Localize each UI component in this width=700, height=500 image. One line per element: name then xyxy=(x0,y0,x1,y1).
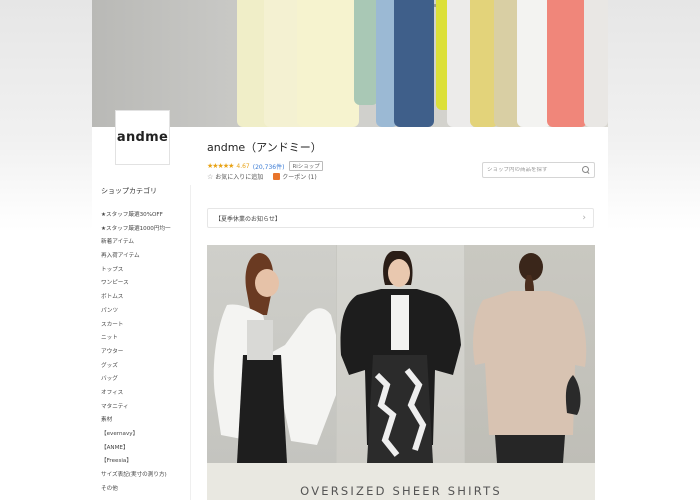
coupon-icon xyxy=(273,173,281,180)
search-icon[interactable] xyxy=(582,166,590,174)
category-item[interactable]: 【ANME】 xyxy=(101,442,191,456)
shop-page: andme andme（アンドミー） ★★★★★ 4.67 (20,736件) … xyxy=(92,0,608,500)
sidebar-title: ショップカテゴリ xyxy=(101,187,157,195)
category-list: ★スタッフ厳選30%OFF ★スタッフ厳選1000円均一 新着アイテム 再入荷ア… xyxy=(101,209,191,496)
shop-search[interactable] xyxy=(482,162,595,178)
notice-label: 【夏季休業のお知らせ】 xyxy=(215,215,281,223)
shop-category-sidebar: ショップカテゴリ ★スタッフ厳選30%OFF ★スタッフ厳選1000円均一 新着… xyxy=(101,186,191,496)
category-item[interactable]: ボトムス xyxy=(101,291,191,305)
shop-header-banner xyxy=(92,0,608,127)
category-item[interactable]: オフィス xyxy=(101,387,191,401)
model-photo-white-shirt xyxy=(207,245,336,463)
category-item[interactable]: ワンピース xyxy=(101,277,191,291)
shop-search-input[interactable] xyxy=(487,167,577,173)
category-item[interactable]: ★スタッフ厳選1000円均一 xyxy=(101,223,191,237)
chevron-right-icon: › xyxy=(582,213,586,223)
model-photo-black-shirt xyxy=(337,245,464,463)
rating-stars-icon: ★★★★★ xyxy=(207,162,234,170)
category-item[interactable]: グッズ xyxy=(101,360,191,374)
model-figure xyxy=(473,253,587,463)
category-item[interactable]: その他 xyxy=(101,483,191,497)
category-item[interactable]: アウター xyxy=(101,346,191,360)
category-item[interactable]: 素材 xyxy=(101,414,191,428)
feature-banner[interactable]: OVERSIZED SHEER SHIRTS xyxy=(207,245,595,500)
category-item[interactable]: ニット xyxy=(101,332,191,346)
category-item[interactable]: 新着アイテム xyxy=(101,236,191,250)
category-item[interactable]: サイズ表記(実寸の測り方) xyxy=(101,469,191,483)
review-count-link[interactable]: (20,736件) xyxy=(253,162,285,171)
category-item[interactable]: パンツ xyxy=(101,305,191,319)
category-item[interactable]: バッグ xyxy=(101,373,191,387)
shop-actions: ☆ お気に入りに追加 クーポン (1) xyxy=(207,172,317,182)
model-figure xyxy=(213,253,336,463)
shop-logo[interactable]: andme xyxy=(115,110,170,165)
coupon-link[interactable]: クーポン (1) xyxy=(273,172,317,181)
shop-name: andme（アンドミー） xyxy=(207,141,322,154)
rating-score: 4.67 xyxy=(236,162,250,170)
favorite-heart-icon[interactable]: ☆ xyxy=(207,173,213,181)
feature-caption-bar: OVERSIZED SHEER SHIRTS xyxy=(207,463,595,500)
banner-garment xyxy=(547,0,587,127)
coupon-label: クーポン (1) xyxy=(282,174,317,181)
shop-badge: Riショップ xyxy=(289,161,323,171)
add-favorite-link[interactable]: お気に入りに追加 xyxy=(215,172,263,181)
banner-garment xyxy=(584,0,608,127)
category-item[interactable]: マタニティ xyxy=(101,401,191,415)
model-photo-beige-shirt xyxy=(465,245,595,463)
model-figure xyxy=(340,251,461,463)
category-item[interactable]: 【Freesia】 xyxy=(101,455,191,469)
category-item[interactable]: ★スタッフ厳選30%OFF xyxy=(101,209,191,223)
category-item[interactable]: 【evernavy】 xyxy=(101,428,191,442)
category-item[interactable]: 再入荷アイテム xyxy=(101,250,191,264)
category-item[interactable]: スカート xyxy=(101,319,191,333)
banner-garment xyxy=(354,0,378,105)
banner-garment xyxy=(297,0,359,127)
shop-rating[interactable]: ★★★★★ 4.67 (20,736件) Riショップ xyxy=(207,161,323,171)
sidebar-divider xyxy=(190,185,191,500)
notice-bar[interactable]: 【夏季休業のお知らせ】 › xyxy=(207,208,594,228)
category-item[interactable]: トップス xyxy=(101,264,191,278)
banner-garment xyxy=(394,0,434,127)
feature-caption: OVERSIZED SHEER SHIRTS xyxy=(300,484,502,498)
